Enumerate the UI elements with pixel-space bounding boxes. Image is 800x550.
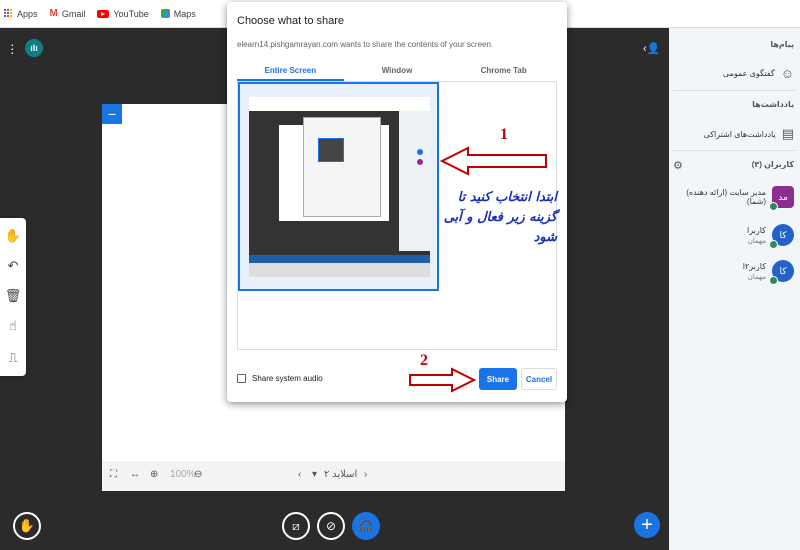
shared-notes-label: یادداشت‌های اشتراکی — [703, 129, 776, 139]
app-logo-icon: ılı — [25, 39, 43, 57]
dialog-subtitle: elearn14.pishgamrayan.com wants to share… — [237, 40, 494, 49]
public-chat-label: گفتگوی عمومی — [722, 69, 775, 78]
tab-chrome-tab[interactable]: Chrome Tab — [450, 60, 557, 81]
apps-grid-icon — [4, 9, 13, 18]
messages-heading: پیام‌ها — [770, 40, 794, 49]
avatar-initials: کا — [779, 265, 787, 276]
share-audio-checkbox[interactable]: Share system audio — [237, 374, 323, 383]
bookmark-maps[interactable]: Maps — [160, 8, 196, 19]
status-badge-icon — [769, 240, 778, 249]
user-list-toggle-icon[interactable]: ‹👤 — [643, 42, 660, 55]
user-list-item[interactable]: کا کاربرا مهمان — [674, 224, 794, 249]
previous-slide-icon[interactable]: › — [364, 469, 367, 480]
step-1-label: 1 — [500, 126, 508, 143]
public-chat-item[interactable]: ☺ گفتگوی عمومی — [723, 66, 794, 81]
avatar-initials: مد — [778, 191, 788, 202]
hand-tool-icon[interactable]: ✋ — [3, 226, 23, 246]
bookmark-label: Apps — [17, 8, 38, 19]
raise-hand-button[interactable]: ✋ — [13, 512, 41, 540]
user-list-item[interactable]: مد مدیر سایت (ارائه دهنده)(شما) — [674, 186, 794, 211]
avatar: کا — [769, 224, 794, 249]
share-button[interactable]: Share — [479, 368, 517, 390]
multi-user-pointer-icon[interactable]: ☝ — [3, 316, 23, 336]
user-name: کاربرا — [747, 225, 766, 235]
audio-button[interactable]: 🎧 — [352, 512, 380, 540]
presentation-toolbar: ⛶ ↔ ⊕ 100% ⊖ ‹ ▾ اسلاید ۲ › — [102, 461, 565, 491]
youtube-icon — [97, 9, 110, 18]
user-role: مهمان — [747, 273, 766, 281]
tab-entire-screen[interactable]: Entire Screen — [237, 60, 344, 81]
divider — [673, 150, 796, 151]
undo-icon[interactable]: ↶ — [3, 256, 23, 276]
checkbox-icon — [237, 374, 246, 383]
maps-icon — [160, 9, 170, 18]
minimize-presentation-button[interactable]: − — [102, 104, 122, 124]
zoom-level: 100% — [170, 469, 196, 480]
cancel-button[interactable]: Cancel — [521, 368, 557, 390]
step-2-arrow-icon — [409, 367, 477, 393]
slide-dropdown-icon[interactable]: ▾ — [312, 469, 317, 480]
bookmark-gmail[interactable]: M Gmail — [50, 8, 86, 19]
options-menu-icon[interactable]: · · · — [10, 37, 15, 59]
presenter-badge-icon — [769, 202, 778, 211]
chart-icon[interactable]: ⎍ — [3, 348, 23, 368]
user-role: مهمان — [747, 237, 766, 245]
user-list-sidebar: پیام‌ها ☺ گفتگوی عمومی یادداشت‌ها ▤ یادد… — [669, 28, 800, 550]
gear-icon[interactable]: ⚙ — [673, 159, 683, 172]
dialog-title: Choose what to share — [237, 15, 345, 27]
divider — [673, 90, 796, 91]
notes-icon: ▤ — [781, 126, 794, 141]
bookmark-youtube[interactable]: YouTube — [97, 8, 149, 19]
share-tabs: Entire Screen Window Chrome Tab — [237, 60, 557, 82]
bookmark-label: Maps — [173, 8, 196, 19]
avatar: کا — [769, 260, 794, 285]
entire-screen-thumbnail[interactable] — [238, 82, 439, 291]
user-name: مدیر سایت (ارائه دهنده)(شما) — [686, 188, 766, 206]
whiteboard-toolbar: ✋ ↶ 🗑 ☝ ⎍ — [0, 218, 26, 376]
zoom-out-icon[interactable]: ⊖ — [194, 469, 202, 480]
instruction-annotation: ابتدا انتخاب کنید تا گزینه زیر فعال و آب… — [443, 190, 557, 245]
bookmark-apps[interactable]: Apps — [4, 9, 38, 19]
screen-preview-image — [249, 97, 430, 277]
bookmark-label: YouTube — [113, 8, 149, 19]
zoom-in-icon[interactable]: ⊕ — [150, 469, 158, 480]
notes-heading: یادداشت‌ها — [752, 100, 794, 109]
screen-share-button[interactable]: ⧄ — [282, 512, 310, 540]
next-slide-icon[interactable]: ‹ — [298, 469, 301, 480]
share-audio-label: Share system audio — [252, 374, 323, 383]
tab-window[interactable]: Window — [344, 60, 451, 81]
fit-width-icon[interactable]: ↔ — [130, 469, 140, 480]
user-list-item[interactable]: کا کاربر۲ا مهمان — [674, 260, 794, 285]
bookmark-label: Gmail — [61, 8, 86, 19]
chat-icon: ☺ — [780, 66, 794, 81]
slide-selector[interactable]: اسلاید ۲ — [324, 469, 357, 480]
gmail-icon: M — [49, 8, 58, 19]
avatar-initials: کا — [779, 229, 787, 240]
trash-icon[interactable]: 🗑 — [3, 286, 23, 306]
shared-notes-item[interactable]: ▤ یادداشت‌های اشتراکی — [704, 126, 794, 142]
status-badge-icon — [769, 276, 778, 285]
step-1-arrow-icon — [439, 146, 547, 176]
users-heading: کاربران (۳) — [751, 160, 794, 169]
actions-add-button[interactable]: + — [634, 512, 660, 538]
user-name: کاربر۲ا — [742, 261, 766, 271]
avatar: مد — [769, 186, 794, 211]
webcam-button[interactable]: ⊘ — [317, 512, 345, 540]
fullscreen-icon[interactable]: ⛶ — [110, 469, 117, 480]
